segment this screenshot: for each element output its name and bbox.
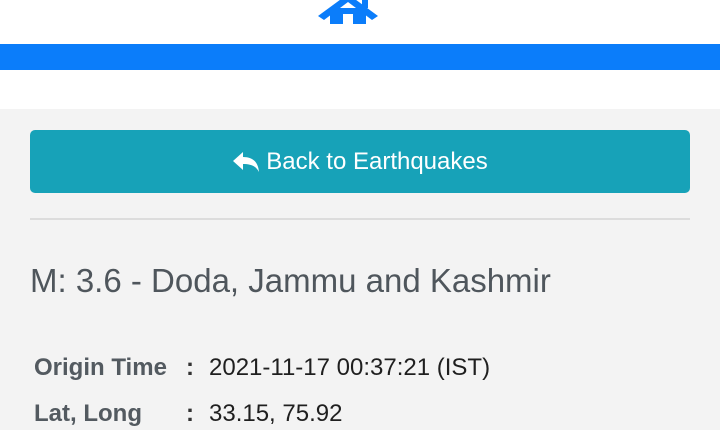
lat-long-separator: : xyxy=(186,400,194,427)
event-title: M: 3.6 - Doda, Jammu and Kashmir xyxy=(30,262,551,299)
home-icon[interactable] xyxy=(318,0,378,24)
back-button-label: Back to Earthquakes xyxy=(266,147,488,175)
origin-time-label: Origin Time xyxy=(34,354,167,381)
header-spacer xyxy=(0,70,720,109)
header-accent-bar xyxy=(0,44,720,70)
origin-time-separator: : xyxy=(186,354,194,381)
lat-long-label: Lat, Long xyxy=(34,400,142,427)
origin-time-row: Origin Time : 2021-11-17 00:37:21 (IST) xyxy=(34,345,490,391)
lat-long-row: Lat, Long : 33.15, 75.92 xyxy=(34,391,490,437)
back-to-earthquakes-button[interactable]: Back to Earthquakes xyxy=(30,130,690,193)
main-content: Back to Earthquakes M: 3.6 - Doda, Jammu… xyxy=(0,109,720,430)
lat-long-value: 33.15, 75.92 xyxy=(209,400,343,427)
divider xyxy=(30,218,690,220)
event-details: Origin Time : 2021-11-17 00:37:21 (IST) … xyxy=(34,345,490,437)
origin-time-value: 2021-11-17 00:37:21 (IST) xyxy=(209,354,491,381)
top-header xyxy=(0,0,720,44)
reply-icon xyxy=(233,151,260,172)
